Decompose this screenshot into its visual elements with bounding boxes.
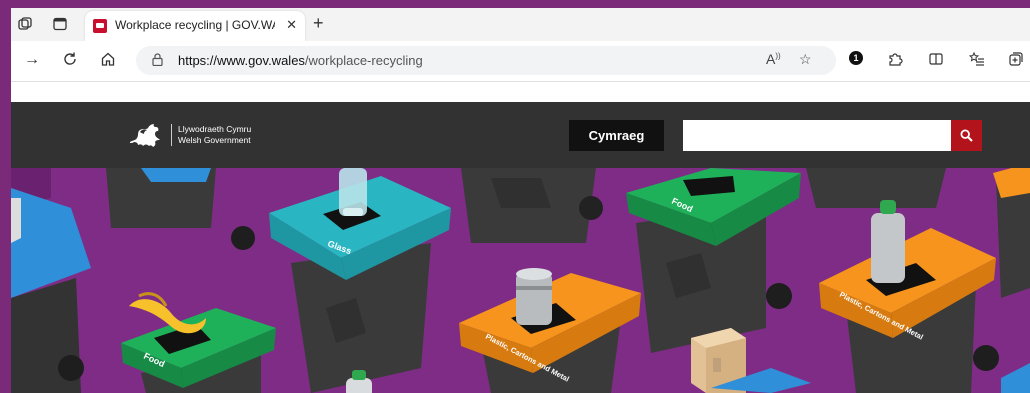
logo-line-welsh: Llywodraeth Cymru — [178, 124, 252, 134]
site-search-input[interactable] — [683, 120, 951, 151]
site-header: Llywodraeth Cymru Welsh Government Cymra… — [11, 102, 1030, 168]
food-bin-top: Food — [626, 168, 801, 353]
browser-window: Workplace recycling | GOV.WALE ✕ + → htt… — [11, 8, 1030, 393]
tab-strip: Workplace recycling | GOV.WALE ✕ + — [11, 8, 1030, 41]
search-icon — [960, 129, 973, 142]
logo-text[interactable]: Llywodraeth Cymru Welsh Government — [171, 124, 251, 146]
back-bin-dark-1 — [461, 168, 603, 243]
logo-line-english: Welsh Government — [178, 135, 251, 145]
food-bin-bottom: Food — [121, 292, 276, 393]
extension-icon[interactable] — [887, 51, 903, 71]
plastic-bin-right: Plastic, Cartons and Metal — [819, 200, 999, 393]
recycling-bins-illustration: Glass Food Plastic, Cartons and Metal Pl… — [11, 168, 1030, 393]
collections-icon[interactable] — [1008, 51, 1024, 71]
language-toggle-button[interactable]: Cymraeg — [569, 120, 664, 151]
navigation-bar: → https://www.gov.wales/workplace-recycl… — [11, 41, 1030, 82]
back-bin-blue — [106, 168, 216, 228]
back-bin-dark-2 — [806, 168, 946, 208]
welsh-dragon-logo-icon[interactable] — [128, 120, 164, 150]
close-tab-icon[interactable]: ✕ — [286, 17, 297, 33]
lock-icon[interactable] — [152, 53, 163, 69]
home-icon[interactable] — [98, 51, 118, 72]
glass-bin: Glass — [231, 168, 451, 393]
favorite-star-icon[interactable]: ☆ — [799, 51, 812, 68]
url-path: /workplace-recycling — [304, 53, 423, 68]
favorites-list-icon[interactable] — [968, 51, 985, 71]
page-top-spacer — [11, 82, 1030, 102]
left-blue-bin — [11, 188, 91, 393]
extension-badge-icon[interactable]: 1 — [849, 51, 863, 65]
tab-actions-icon[interactable] — [52, 16, 68, 32]
back-icon[interactable]: → — [22, 51, 42, 69]
tab-title: Workplace recycling | GOV.WALE — [115, 18, 275, 32]
new-tab-icon[interactable]: + — [313, 13, 324, 34]
address-bar[interactable]: https://www.gov.wales/workplace-recyclin… — [136, 46, 836, 75]
gov-wales-favicon-icon — [93, 19, 107, 33]
workspaces-icon[interactable] — [17, 16, 33, 32]
refresh-icon[interactable] — [60, 51, 80, 72]
split-screen-icon[interactable] — [928, 51, 944, 71]
url-host: https://www.gov.wales — [178, 53, 305, 68]
hero-image: Glass Food Plastic, Cartons and Metal Pl… — [11, 168, 1030, 393]
url-text[interactable]: https://www.gov.wales/workplace-recyclin… — [178, 53, 423, 68]
active-tab[interactable]: Workplace recycling | GOV.WALE ✕ — [85, 11, 305, 41]
plastic-bin-centre: Plastic, Cartons and Metal — [459, 268, 641, 393]
read-aloud-icon[interactable]: A)) — [766, 51, 781, 67]
search-button[interactable] — [951, 120, 982, 151]
